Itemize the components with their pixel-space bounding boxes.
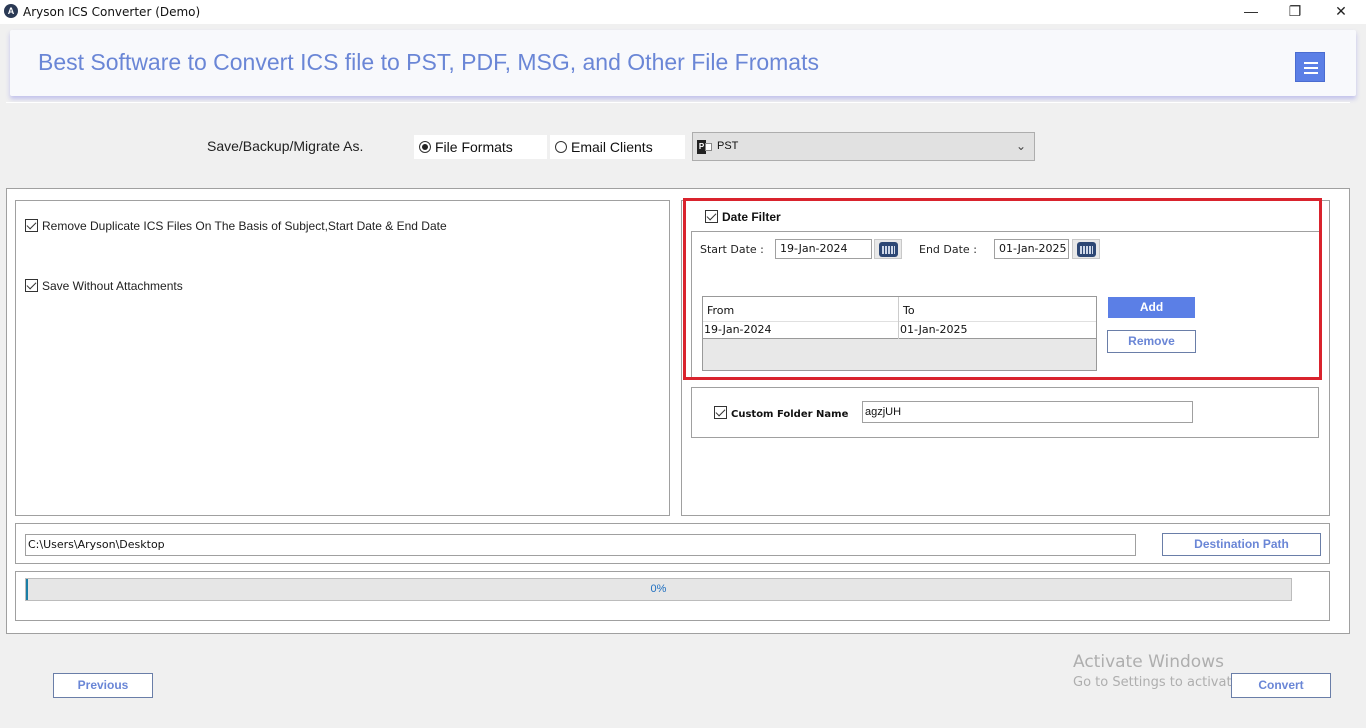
watermark-line1: Activate Windows [1073,652,1224,672]
close-button[interactable]: ✕ [1318,0,1364,24]
hamburger-menu-icon [1304,62,1318,64]
radio-email-clients-label: Email Clients [571,139,653,155]
destination-path-button[interactable]: Destination Path [1162,533,1321,556]
hamburger-line [1304,72,1318,74]
radio-email-clients[interactable]: Email Clients [550,135,685,159]
previous-button[interactable]: Previous [53,673,153,698]
page-title: Best Software to Convert ICS file to PST… [38,49,819,75]
menu-button[interactable] [1295,52,1325,82]
maximize-button[interactable]: ❐ [1272,0,1318,24]
custom-folder-option[interactable]: Custom Folder Name [714,406,848,420]
format-select[interactable]: P PST ⌄ [692,132,1035,161]
save-as-label: Save/Backup/Migrate As. [207,138,364,154]
custom-folder-label: Custom Folder Name [731,409,849,420]
format-select-value: PST [717,140,739,152]
save-without-attachments-option[interactable]: Save Without Attachments [25,279,183,293]
custom-folder-input[interactable]: agzjUH [862,401,1193,423]
checkbox-checked-icon[interactable] [25,219,38,232]
outlook-pst-icon: P [697,140,712,154]
progress-text: 0% [650,583,667,595]
radio-file-formats-label: File Formats [435,139,513,155]
radio-selected-icon[interactable] [419,141,431,153]
chevron-down-icon[interactable]: ⌄ [1016,133,1026,160]
remove-duplicates-label: Remove Duplicate ICS Files On The Basis … [42,219,447,233]
checkbox-checked-icon[interactable] [25,279,38,292]
aryson-logo-icon: A [4,4,18,18]
radio-unselected-icon[interactable] [555,141,567,153]
checkbox-checked-icon[interactable] [714,406,727,419]
minimize-button[interactable]: — [1228,0,1274,24]
hamburger-line [1304,67,1318,69]
destination-path-input[interactable]: C:\Users\Aryson\Desktop [25,534,1136,556]
convert-button[interactable]: Convert [1231,673,1331,698]
radio-file-formats[interactable]: File Formats [414,135,547,159]
progress-bar: 0% [25,578,1292,601]
title-bar: A Aryson ICS Converter (Demo) — ❐ ✕ [0,0,1366,24]
remove-duplicates-option[interactable]: Remove Duplicate ICS Files On The Basis … [25,219,447,233]
highlight-box [683,198,1322,380]
header-banner: Best Software to Convert ICS file to PST… [10,30,1356,96]
options-panel [15,200,670,516]
window-title: Aryson ICS Converter (Demo) [23,5,201,19]
save-without-attachments-label: Save Without Attachments [42,279,183,293]
